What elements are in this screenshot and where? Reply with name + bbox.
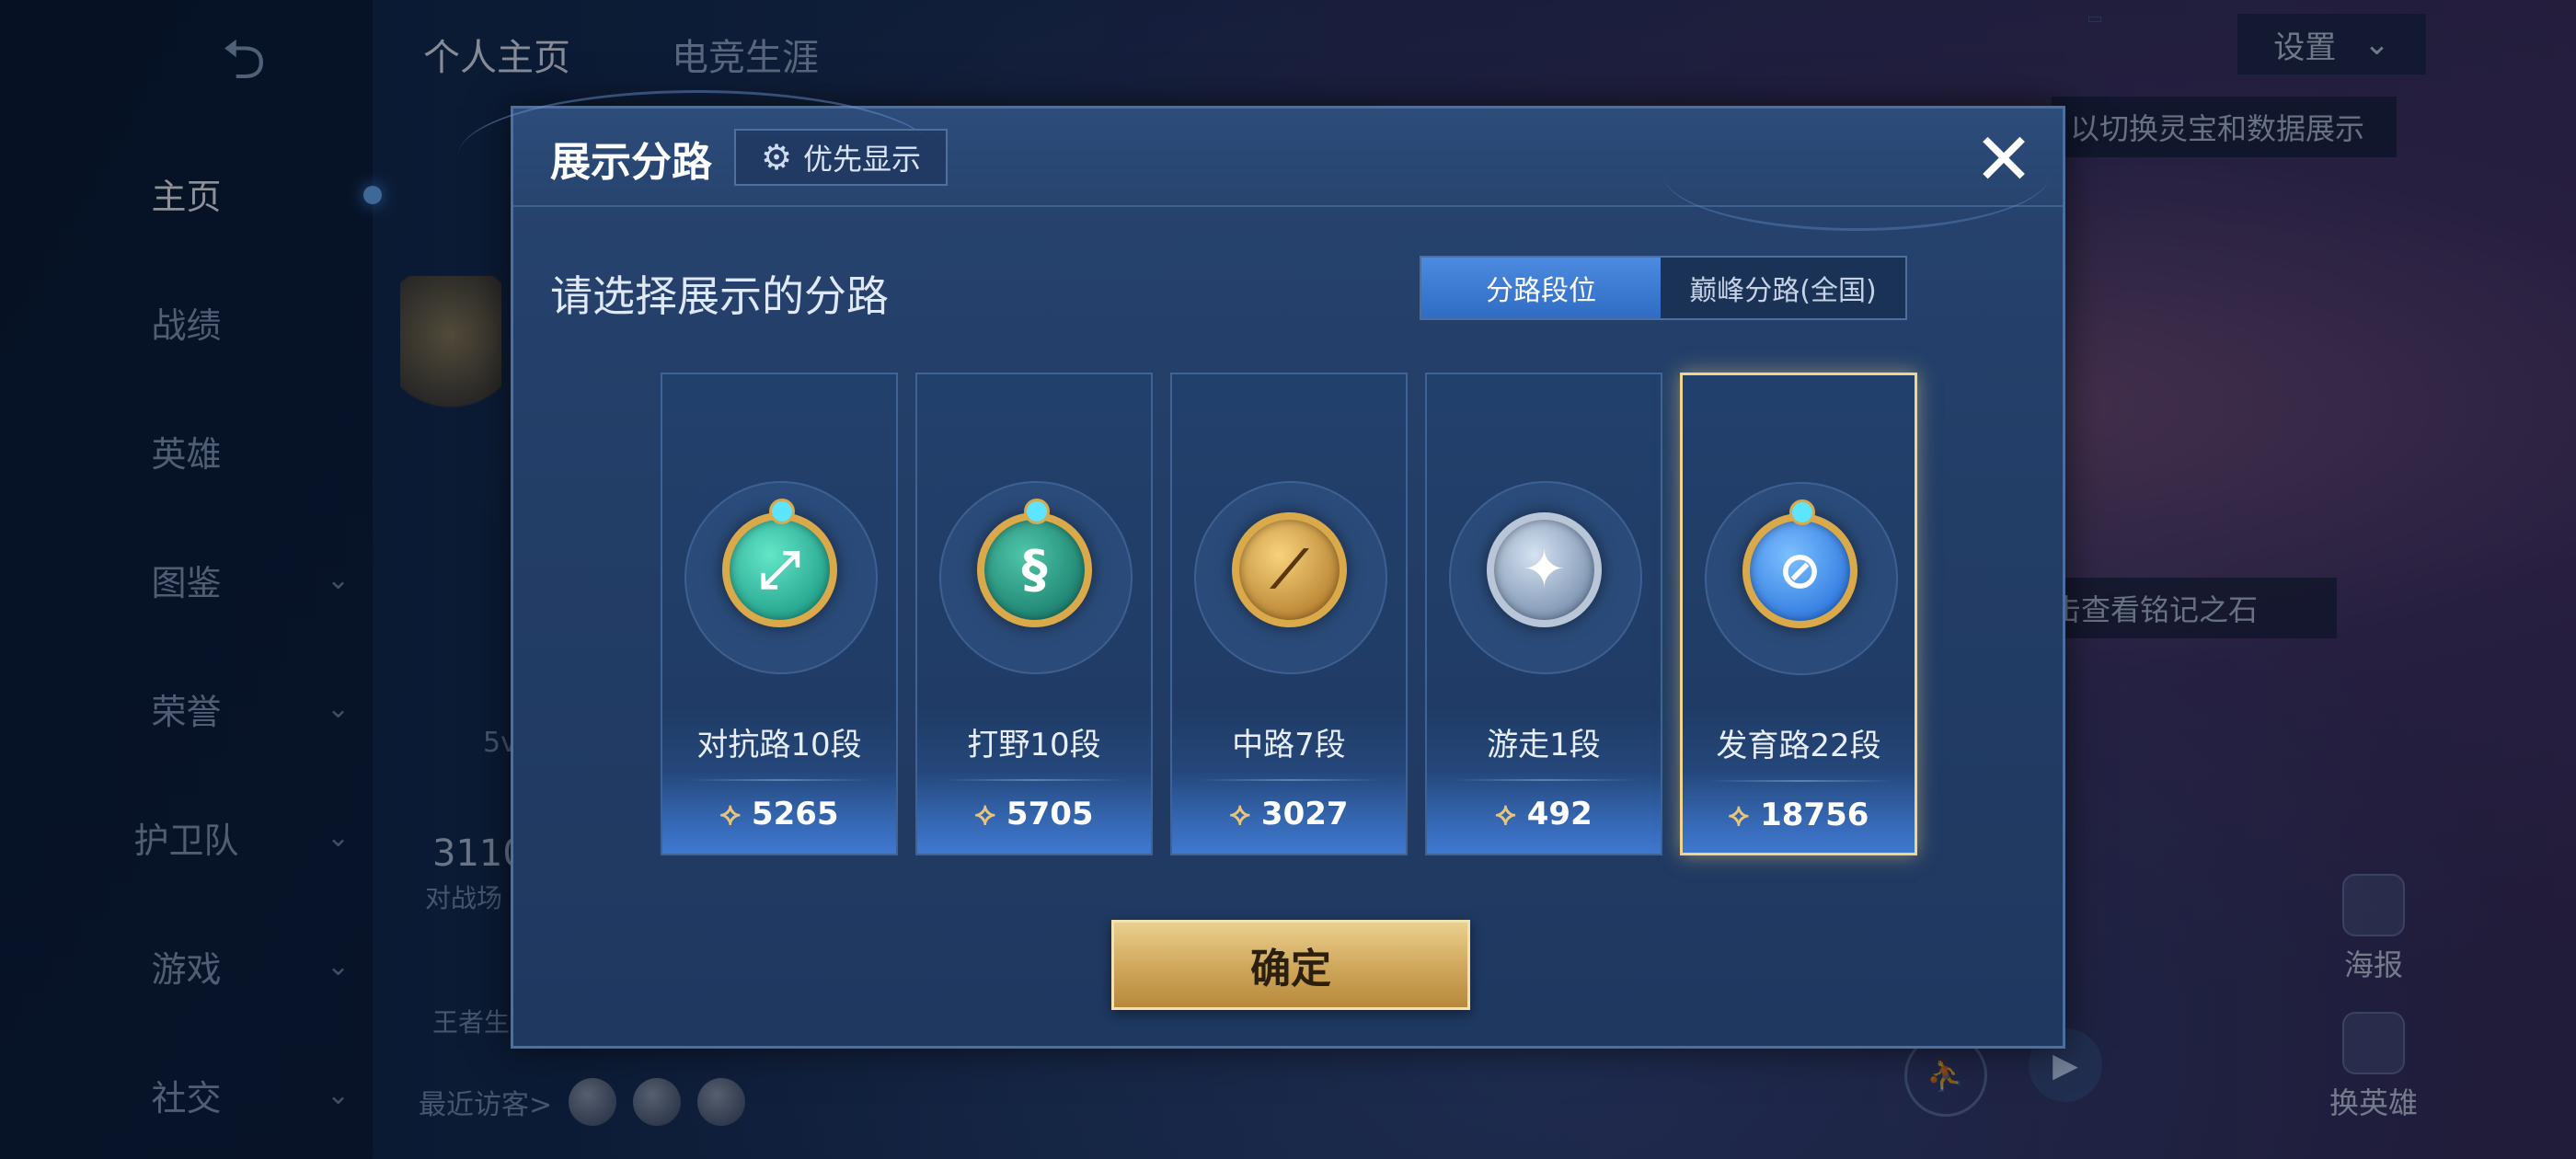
divider: [1198, 779, 1382, 781]
score-value: 5265: [751, 796, 839, 832]
close-button[interactable]: ✕: [1967, 123, 2041, 197]
score-icon: ⟡: [1229, 796, 1250, 832]
lane-rank-label: 发育路22段: [1716, 728, 1881, 764]
divider: [943, 779, 1127, 781]
jungle-emblem-icon: §: [977, 512, 1092, 627]
lane-score: ⟡ 5705: [917, 796, 1151, 832]
score-icon: ⟡: [974, 796, 995, 832]
score-value: 18756: [1760, 797, 1869, 833]
lane-rank-label: 打野10段: [967, 727, 1101, 763]
confirm-button[interactable]: 确定: [1111, 920, 1470, 1010]
top-lane-emblem-icon: ⤢: [722, 512, 837, 627]
lane-rank-label: 对抗路10段: [696, 727, 862, 763]
lane-card-farm[interactable]: ⊘ 发育路22段 ⟡ 18756: [1680, 373, 1917, 855]
lane-card-top[interactable]: ⤢ 对抗路10段 ⟡ 5265: [661, 373, 898, 855]
lane-score: ⟡ 18756: [1683, 797, 1915, 833]
lane-score: ⟡ 5265: [662, 796, 896, 832]
emblem-gem: [769, 499, 795, 524]
dialog-subtitle: 请选择展示的分路: [550, 271, 889, 321]
divider: [688, 779, 872, 781]
score-icon: ⟡: [1728, 797, 1750, 833]
divider: [1708, 780, 1892, 782]
mid-lane-emblem-icon: ⟋: [1232, 512, 1347, 627]
emblem-gem: [1789, 499, 1815, 525]
dialog-header: 展示分路 ⚙ 优先显示 ✕: [458, 90, 2063, 231]
lane-score: ⟡ 492: [1427, 796, 1661, 832]
lane-rank-label: 中路7段: [1232, 727, 1346, 763]
divider: [1453, 779, 1637, 781]
farm-lane-emblem-icon: ⊘: [1742, 513, 1857, 628]
tab-lane-rank[interactable]: 分路段位: [1421, 258, 1661, 318]
lane-cards: ⤢ 对抗路10段 ⟡ 5265 § 打野10段 ⟡ 5705 ⟋ 中路7段 ⟡ …: [661, 373, 1921, 860]
lane-card-roam[interactable]: ✦ 游走1段 ⟡ 492: [1425, 373, 1662, 855]
score-value: 5705: [1006, 796, 1094, 832]
lane-card-mid[interactable]: ⟋ 中路7段 ⟡ 3027: [1170, 373, 1408, 855]
dialog-title: 展示分路: [550, 139, 712, 186]
score-icon: ⟡: [719, 796, 741, 832]
lane-score: ⟡ 3027: [1172, 796, 1406, 832]
priority-label: 优先显示: [803, 142, 922, 177]
priority-display-button[interactable]: ⚙ 优先显示: [734, 129, 948, 186]
score-icon: ⟡: [1495, 796, 1516, 832]
score-value: 3027: [1260, 796, 1349, 832]
tab-peak-lane-national[interactable]: 巅峰分路(全国): [1661, 258, 1905, 318]
roam-emblem-icon: ✦: [1487, 512, 1602, 627]
lane-card-jungle[interactable]: § 打野10段 ⟡ 5705: [915, 373, 1153, 855]
emblem-gem: [1024, 499, 1050, 524]
score-value: 492: [1526, 796, 1593, 832]
lane-mode-toggle: 分路段位 巅峰分路(全国): [1420, 256, 1907, 320]
gear-icon: ⚙: [760, 137, 793, 178]
lane-rank-label: 游走1段: [1487, 727, 1601, 763]
lane-display-dialog: 展示分路 ⚙ 优先显示 ✕ 请选择展示的分路 分路段位 巅峰分路(全国) ⤢ 对…: [458, 90, 2065, 1049]
